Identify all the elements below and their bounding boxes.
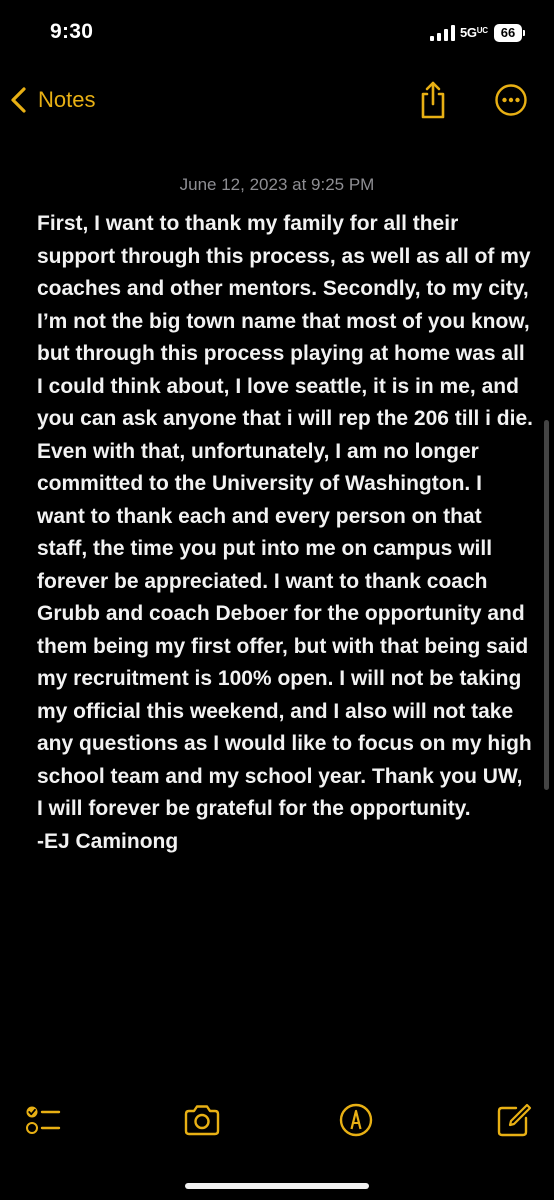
status-bar: 9:30 5GUC 66 [0,0,554,70]
back-label: Notes [38,87,96,112]
back-button[interactable]: Notes [8,80,95,120]
network-suffix: UC [476,26,488,35]
markup-icon[interactable] [336,1102,376,1138]
home-indicator[interactable] [185,1183,369,1189]
checklist-icon[interactable] [22,1102,62,1138]
scroll-indicator[interactable] [544,420,549,790]
more-icon[interactable] [494,83,528,117]
note-body[interactable]: First, I want to thank my family for all… [37,208,533,858]
note-date: June 12, 2023 at 9:25 PM [179,175,375,194]
chevron-left-icon [11,87,26,113]
status-time: 9:30 [50,20,94,43]
camera-icon[interactable] [182,1102,222,1138]
network-type: 5GUC [460,25,488,40]
share-icon[interactable] [416,80,450,120]
compose-icon[interactable] [494,1102,534,1138]
nav-bar: Notes [0,70,554,130]
battery-tip [523,30,525,36]
bottom-toolbar [0,1090,554,1150]
battery-level: 66 [494,24,522,42]
cellular-signal-icon [430,25,455,41]
